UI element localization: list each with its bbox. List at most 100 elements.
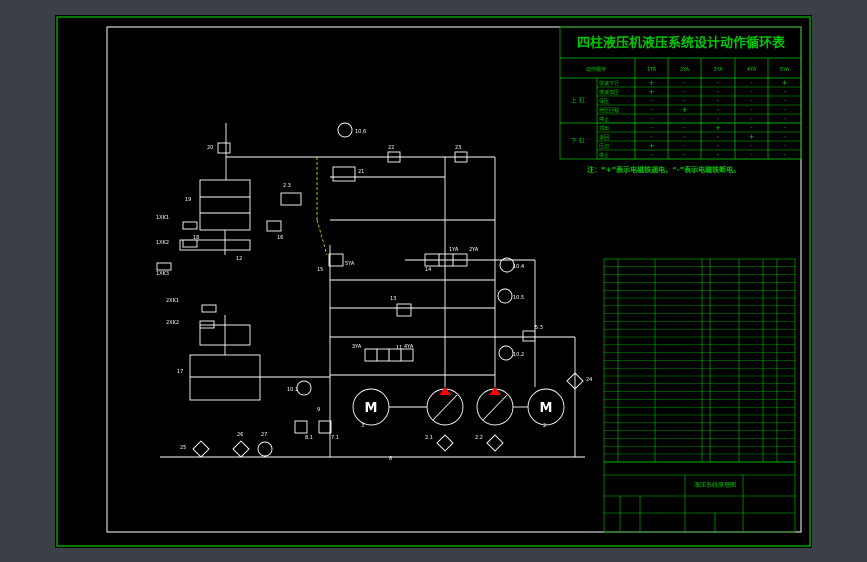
label-sol-4ya: 4YA: [404, 344, 414, 350]
label-8: 8: [389, 456, 392, 462]
label-9: 9: [317, 407, 320, 413]
motor-right-label: M: [540, 401, 553, 416]
valve-header: 2YA: [680, 67, 690, 73]
label-19: 19: [185, 197, 191, 203]
label-sol-2ya: 2YA: [469, 247, 479, 253]
valve-state: -: [683, 97, 686, 105]
valve-state: +: [649, 79, 655, 87]
valve-state: -: [683, 79, 686, 87]
label-relief-left2: 7.1: [331, 435, 339, 441]
valve-state: -: [783, 142, 786, 150]
label-pump-left: 2.1: [425, 435, 433, 441]
label-2: 2: [543, 423, 546, 429]
valve-state: -: [650, 133, 653, 141]
drawing-canvas[interactable]: 四柱液压机液压系统设计动作循环表 动作顺序 1YA 2YA 3YA 4YA 5YA 上 …: [55, 15, 812, 548]
valve-state: -: [783, 106, 786, 114]
valve-header: 1YA: [647, 67, 657, 73]
valve-state: -: [717, 88, 720, 96]
valve-state: +: [649, 88, 655, 96]
pump-arrow-left: [439, 387, 451, 395]
table-rows: 上 缸快速下行 + - - - +慢速加压 + - - - -保压 - - - - -泄压回程 - + - - -停止 -…: [571, 79, 801, 160]
action-name: 保压: [599, 98, 609, 105]
valve-state: -: [650, 115, 653, 123]
label-relief-left: 8.1: [305, 435, 313, 441]
valve-state: -: [650, 124, 653, 132]
group-label: 下 缸: [571, 137, 585, 145]
valve-state: -: [717, 133, 720, 141]
label-gauge-r3: 10.2: [513, 352, 524, 358]
label-3: 3: [361, 423, 364, 429]
action-name: 退回: [599, 134, 609, 141]
label-sw-3: 1XK3: [156, 271, 169, 277]
valve-state: -: [650, 106, 653, 114]
label-15: 15: [317, 267, 323, 273]
valve-state: -: [750, 88, 753, 96]
label-pump-right: 2.2: [475, 435, 483, 441]
label-18: 18: [193, 235, 199, 241]
valve-state: -: [750, 79, 753, 87]
pilot-lines: [316, 157, 328, 256]
label-25: 25: [180, 445, 186, 451]
action-name: 慢速加压: [599, 89, 619, 96]
valve-state: -: [717, 151, 720, 159]
label-16: 16: [277, 235, 283, 241]
app-window: 四柱液压机液压系统设计动作循环表 动作顺序 1YA 2YA 3YA 4YA 5YA 上 …: [0, 0, 867, 562]
parts-list-rows: [604, 266, 795, 462]
valve-state: +: [682, 106, 688, 114]
label-gauge-left: 10.1: [287, 387, 298, 393]
group-label: 上 缸: [571, 97, 585, 105]
label-22: 22: [388, 145, 394, 151]
valve-state: -: [683, 151, 686, 159]
valve-state: -: [783, 88, 786, 96]
valve-state: -: [650, 151, 653, 159]
label-27: 27: [261, 432, 267, 438]
label-sw-2: 1XK2: [156, 240, 169, 246]
valve-state: +: [715, 124, 721, 132]
outer-frame: [56, 16, 811, 547]
label-gauge-top: 10.6: [355, 129, 366, 135]
valve-state: -: [783, 124, 786, 132]
valve-header: 5YA: [780, 67, 790, 73]
label-sw-1: 1XK1: [156, 215, 169, 221]
valve-state: -: [750, 124, 753, 132]
valve-state: -: [750, 115, 753, 123]
action-name: 停止: [599, 152, 609, 159]
valve-state: -: [783, 97, 786, 105]
valve-state: -: [650, 97, 653, 105]
valve-state: +: [749, 133, 755, 141]
label-sol-3ya: 3YA: [352, 344, 362, 350]
valve-state: -: [783, 115, 786, 123]
action-name: 压边: [599, 143, 609, 150]
valve-state: -: [783, 133, 786, 141]
valve-state: -: [717, 115, 720, 123]
label-23: 23: [455, 145, 461, 151]
valve-state: -: [717, 79, 720, 87]
table-note: 注：“+”表示电磁铁通电，“-”表示电磁铁断电。: [587, 165, 740, 174]
valve-header: 4YA: [747, 67, 757, 73]
valve-state: -: [750, 106, 753, 114]
drawing-name: 液压系统原理图: [694, 481, 736, 489]
valve-state: -: [683, 133, 686, 141]
label-sw-5: 2XK2: [166, 320, 179, 326]
label-17: 17: [177, 369, 183, 375]
valve-header: 3YA: [713, 67, 723, 73]
label-gauge-r1: 10.4: [513, 264, 524, 270]
valve-state: -: [750, 97, 753, 105]
label-11: 11: [396, 345, 402, 351]
valve-state: -: [750, 151, 753, 159]
action-name: 泄压回程: [599, 107, 619, 114]
valve-state: -: [717, 106, 720, 114]
action-name: 快速下行: [599, 80, 619, 87]
valve-state: +: [782, 79, 788, 87]
valve-state: +: [649, 142, 655, 150]
label-26: 26: [237, 432, 243, 438]
valve-state: -: [750, 142, 753, 150]
title-block: [603, 461, 796, 533]
valve-state: -: [783, 151, 786, 159]
motor-left-label: M: [365, 401, 378, 416]
valve-state: -: [683, 88, 686, 96]
label-relief-top: 2.3: [283, 183, 291, 189]
label-gauge-r2: 10.5: [513, 295, 524, 301]
action-name: 顶出: [599, 125, 609, 132]
label-sw-4: 2XK1: [166, 298, 179, 304]
